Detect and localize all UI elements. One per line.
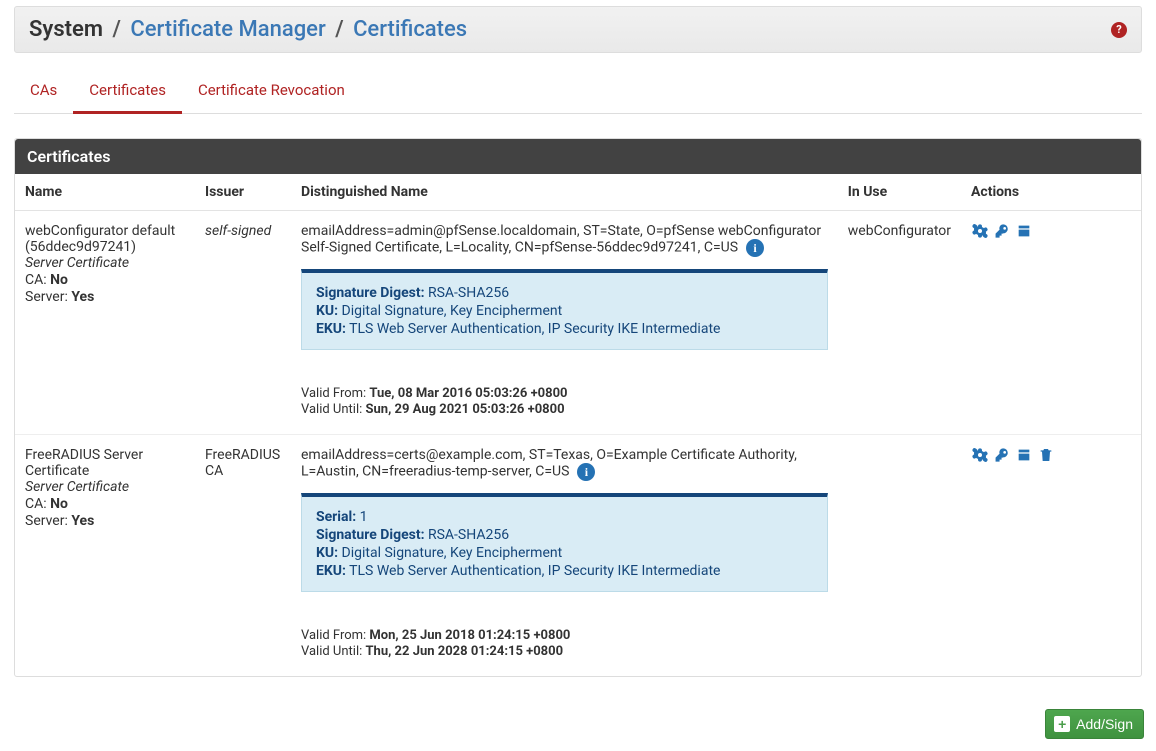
tab-certificate-revocation[interactable]: Certificate Revocation <box>182 71 361 111</box>
cert-ca: CA: No <box>25 496 185 512</box>
cert-dn: emailAddress=admin@pfSense.localdomain, … <box>301 223 821 256</box>
cert-validity: Valid From: Mon, 25 Jun 2018 01:24:15 +0… <box>301 628 828 659</box>
edit-icon[interactable] <box>971 223 989 239</box>
tab-cas[interactable]: CAs <box>14 71 73 111</box>
cert-name: webConfigurator default (56ddec9d97241) <box>25 223 185 255</box>
breadcrumb-section-link[interactable]: Certificate Manager <box>130 17 325 42</box>
add-sign-label: Add/Sign <box>1076 716 1133 732</box>
panel-title: Certificates <box>15 139 1141 174</box>
cert-in-use: webConfigurator <box>838 211 961 435</box>
info-icon[interactable]: i <box>577 463 595 481</box>
table-row: webConfigurator default (56ddec9d97241)S… <box>15 211 1141 435</box>
col-header-inuse: In Use <box>838 174 961 211</box>
col-header-dn: Distinguished Name <box>291 174 838 211</box>
plus-icon: + <box>1054 716 1070 732</box>
cert-type: Server Certificate <box>25 255 185 271</box>
cert-info-box: Signature Digest: RSA-SHA256 KU: Digital … <box>301 269 828 350</box>
add-sign-button[interactable]: + Add/Sign <box>1045 709 1144 739</box>
breadcrumb: System / Certificate Manager / Certifica… <box>29 17 467 42</box>
key-icon[interactable] <box>993 223 1011 239</box>
col-header-actions: Actions <box>961 174 1141 211</box>
info-row: KU: Digital Signature, Key Encipherment <box>316 545 813 561</box>
page-header: System / Certificate Manager / Certifica… <box>14 6 1142 53</box>
export-icon[interactable] <box>1015 223 1033 239</box>
delete-icon[interactable] <box>1037 447 1055 463</box>
cert-dn-cell: emailAddress=admin@pfSense.localdomain, … <box>291 211 838 435</box>
info-icon[interactable]: i <box>746 239 764 257</box>
cert-actions <box>961 211 1141 435</box>
cert-type: Server Certificate <box>25 479 185 495</box>
edit-icon[interactable] <box>971 447 989 463</box>
cert-dn: emailAddress=certs@example.com, ST=Texas… <box>301 447 797 480</box>
cert-server: Server: Yes <box>25 289 185 305</box>
certificates-table: Name Issuer Distinguished Name In Use Ac… <box>15 174 1141 676</box>
breadcrumb-root: System <box>29 17 103 42</box>
info-row: Signature Digest: RSA-SHA256 <box>316 285 813 301</box>
table-row: FreeRADIUS Server CertificateServer Cert… <box>15 435 1141 677</box>
help-icon[interactable]: ? <box>1111 22 1127 38</box>
cert-validity: Valid From: Tue, 08 Mar 2016 05:03:26 +0… <box>301 386 828 417</box>
cert-dn-cell: emailAddress=certs@example.com, ST=Texas… <box>291 435 838 677</box>
info-row: Serial: 1 <box>316 509 813 525</box>
cert-info-box: Serial: 1 Signature Digest: RSA-SHA256 KU:… <box>301 493 828 592</box>
cert-ca: CA: No <box>25 272 185 288</box>
info-row: EKU: TLS Web Server Authentication, IP S… <box>316 321 813 337</box>
cert-issuer: FreeRADIUS CA <box>195 435 291 677</box>
export-icon[interactable] <box>1015 447 1033 463</box>
col-header-issuer: Issuer <box>195 174 291 211</box>
info-row: Signature Digest: RSA-SHA256 <box>316 527 813 543</box>
certificates-panel: Certificates Name Issuer Distinguished N… <box>14 138 1142 677</box>
cert-in-use <box>838 435 961 677</box>
info-row: KU: Digital Signature, Key Encipherment <box>316 303 813 319</box>
breadcrumb-page-link[interactable]: Certificates <box>353 17 467 42</box>
tabs: CAsCertificatesCertificate Revocation <box>14 71 1142 114</box>
col-header-name: Name <box>15 174 195 211</box>
cert-server: Server: Yes <box>25 513 185 529</box>
tab-certificates[interactable]: Certificates <box>73 71 182 114</box>
cert-issuer: self-signed <box>195 211 291 435</box>
key-icon[interactable] <box>993 447 1011 463</box>
info-row: EKU: TLS Web Server Authentication, IP S… <box>316 563 813 579</box>
cert-name: FreeRADIUS Server Certificate <box>25 447 185 479</box>
cert-actions <box>961 435 1141 677</box>
